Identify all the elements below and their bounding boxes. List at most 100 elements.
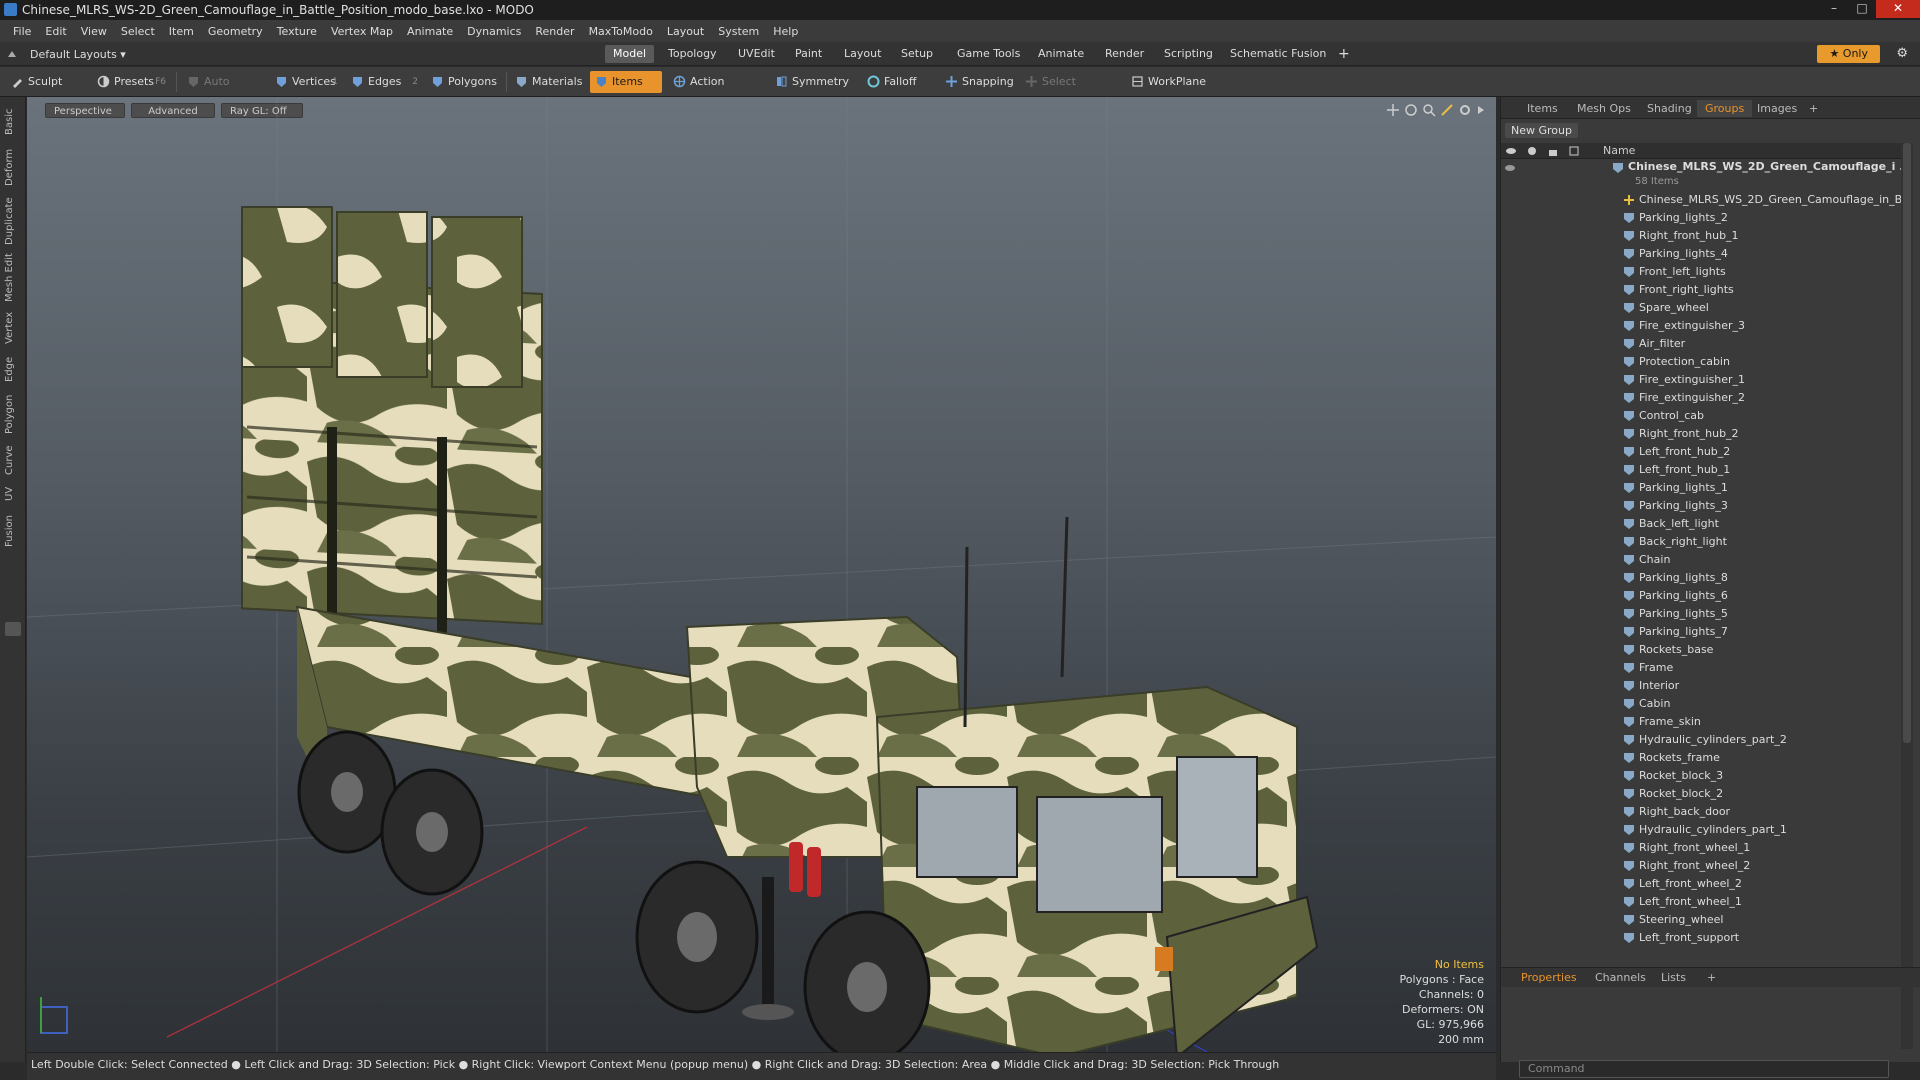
symmetry-button[interactable]: Symmetry: [770, 71, 852, 93]
tab-layout[interactable]: Layout: [836, 45, 889, 63]
menu-help[interactable]: Help: [766, 25, 805, 38]
menu-item[interactable]: Item: [162, 25, 201, 38]
tab-uvedit[interactable]: UVEdit: [730, 45, 783, 63]
only-button[interactable]: ★ Only: [1817, 45, 1880, 63]
menu-system[interactable]: System: [711, 25, 766, 38]
presets-button[interactable]: Presets F6: [92, 71, 170, 93]
tab-properties[interactable]: Properties: [1513, 970, 1585, 986]
tab-animate[interactable]: Animate: [1030, 45, 1092, 63]
tab-model[interactable]: Model: [605, 45, 655, 63]
menu-vertex-map[interactable]: Vertex Map: [324, 25, 400, 38]
list-item[interactable]: Control_cab: [1501, 407, 1901, 425]
vtab-fusion[interactable]: Fusion: [4, 511, 22, 551]
tab-mesh-ops[interactable]: Mesh Ops: [1569, 100, 1639, 117]
command-input[interactable]: Command: [1519, 1060, 1889, 1078]
vtab-edge[interactable]: Edge: [4, 353, 22, 385]
visibility-icon[interactable]: [1505, 163, 1515, 173]
vtab-basic[interactable]: Basic: [4, 105, 22, 139]
menu-dynamics[interactable]: Dynamics: [460, 25, 528, 38]
tab-setup[interactable]: Setup: [893, 45, 941, 63]
list-item[interactable]: Parking_lights_7: [1501, 623, 1901, 641]
list-item[interactable]: Left_front_support: [1501, 929, 1901, 947]
tab-channels[interactable]: Channels: [1587, 970, 1654, 986]
list-item[interactable]: Rockets_base: [1501, 641, 1901, 659]
list-item[interactable]: Parking_lights_3: [1501, 497, 1901, 515]
scrollbar-thumb[interactable]: [1903, 143, 1911, 743]
edges-button[interactable]: Edges 2: [346, 71, 422, 93]
menu-texture[interactable]: Texture: [270, 25, 324, 38]
list-item[interactable]: Fire_extinguisher_3: [1501, 317, 1901, 335]
list-item[interactable]: Right_front_hub_2: [1501, 425, 1901, 443]
list-item[interactable]: Right_back_door: [1501, 803, 1901, 821]
3d-viewport[interactable]: Perspective Advanced Ray GL: Off No Item…: [27, 97, 1496, 1052]
list-item[interactable]: Rocket_block_2: [1501, 785, 1901, 803]
tab-images[interactable]: Images: [1749, 100, 1805, 117]
list-item[interactable]: Front_right_lights: [1501, 281, 1901, 299]
close-button[interactable]: ✕: [1876, 0, 1920, 18]
layout-selector[interactable]: Default Layouts ▾: [6, 46, 126, 62]
list-scrollbar[interactable]: [1901, 143, 1913, 1049]
menu-layout[interactable]: Layout: [660, 25, 711, 38]
menu-animate[interactable]: Animate: [400, 25, 460, 38]
list-item[interactable]: Right_front_wheel_1: [1501, 839, 1901, 857]
auto-select-button[interactable]: Auto Select: [182, 71, 266, 110]
list-item[interactable]: Cabin: [1501, 695, 1901, 713]
list-item[interactable]: Rockets_frame: [1501, 749, 1901, 767]
tab-items[interactable]: Items: [1519, 100, 1566, 117]
tab-paint[interactable]: Paint: [787, 45, 830, 63]
lock-column-icon[interactable]: [1548, 146, 1558, 156]
materials-button[interactable]: Materials: [510, 71, 588, 93]
menu-edit[interactable]: Edit: [38, 25, 73, 38]
list-item[interactable]: Spare_wheel: [1501, 299, 1901, 317]
list-item[interactable]: Parking_lights_5: [1501, 605, 1901, 623]
list-item[interactable]: Fire_extinguisher_1: [1501, 371, 1901, 389]
vtab-vertex[interactable]: Vertex: [4, 309, 22, 347]
visibility-column-icon[interactable]: [1506, 146, 1516, 156]
vtab-deform[interactable]: Deform: [4, 145, 22, 189]
select-through-button[interactable]: Select Through: [1020, 71, 1120, 110]
action-center-button[interactable]: Action Center: [668, 71, 764, 110]
list-item[interactable]: Back_right_light: [1501, 533, 1901, 551]
menu-select[interactable]: Select: [114, 25, 162, 38]
list-item[interactable]: Parking_lights_1: [1501, 479, 1901, 497]
list-item[interactable]: Interior: [1501, 677, 1901, 695]
vtab-curve[interactable]: Curve: [4, 443, 22, 477]
list-item[interactable]: Steering_wheel: [1501, 911, 1901, 929]
polygons-button[interactable]: Polygons: [426, 71, 502, 93]
list-item[interactable]: Air_filter: [1501, 335, 1901, 353]
vertices-button[interactable]: Vertices 1: [270, 71, 342, 93]
tab-topology[interactable]: Topology: [660, 45, 725, 63]
list-item[interactable]: Protection_cabin: [1501, 353, 1901, 371]
vtab-duplicate[interactable]: Duplicate: [4, 195, 22, 247]
list-item[interactable]: Parking_lights_8: [1501, 569, 1901, 587]
tab-game-tools[interactable]: Game Tools: [949, 45, 1028, 63]
list-item[interactable]: Rocket_block_3: [1501, 767, 1901, 785]
list-item[interactable]: Chain: [1501, 551, 1901, 569]
vtab-mesh-edit[interactable]: Mesh Edit: [4, 253, 22, 303]
add-panel-tab-button[interactable]: +: [1801, 100, 1826, 117]
menu-geometry[interactable]: Geometry: [201, 25, 270, 38]
list-item[interactable]: Fire_extinguisher_2: [1501, 389, 1901, 407]
list-item[interactable]: Left_front_hub_2: [1501, 443, 1901, 461]
snapping-button[interactable]: Snapping: [940, 71, 1014, 93]
add-tab-button[interactable]: +: [1330, 45, 1358, 63]
vtab-uv[interactable]: UV: [4, 483, 22, 505]
list-item[interactable]: Left_front_hub_1: [1501, 461, 1901, 479]
list-item[interactable]: Left_front_wheel_2: [1501, 875, 1901, 893]
tab-lists[interactable]: Lists: [1653, 970, 1694, 986]
vtab-polygon[interactable]: Polygon: [4, 391, 22, 437]
maximize-button[interactable]: □: [1848, 0, 1876, 18]
menu-maxtomodo[interactable]: MaxToModo: [582, 25, 660, 38]
menu-file[interactable]: File: [6, 25, 38, 38]
falloff-button[interactable]: Falloff: [862, 71, 932, 93]
list-item[interactable]: Frame: [1501, 659, 1901, 677]
sculpt-button[interactable]: Sculpt: [6, 71, 90, 93]
tab-schematic-fusion[interactable]: Schematic Fusion: [1222, 45, 1334, 63]
new-group-button[interactable]: New Group: [1505, 123, 1578, 138]
workplane-button[interactable]: WorkPlane: [1126, 71, 1208, 93]
tab-groups[interactable]: Groups: [1697, 100, 1753, 117]
tab-shading[interactable]: Shading: [1639, 100, 1700, 117]
list-item[interactable]: Parking_lights_2: [1501, 209, 1901, 227]
add-properties-tab-button[interactable]: +: [1699, 970, 1724, 986]
list-item[interactable]: Parking_lights_6: [1501, 587, 1901, 605]
